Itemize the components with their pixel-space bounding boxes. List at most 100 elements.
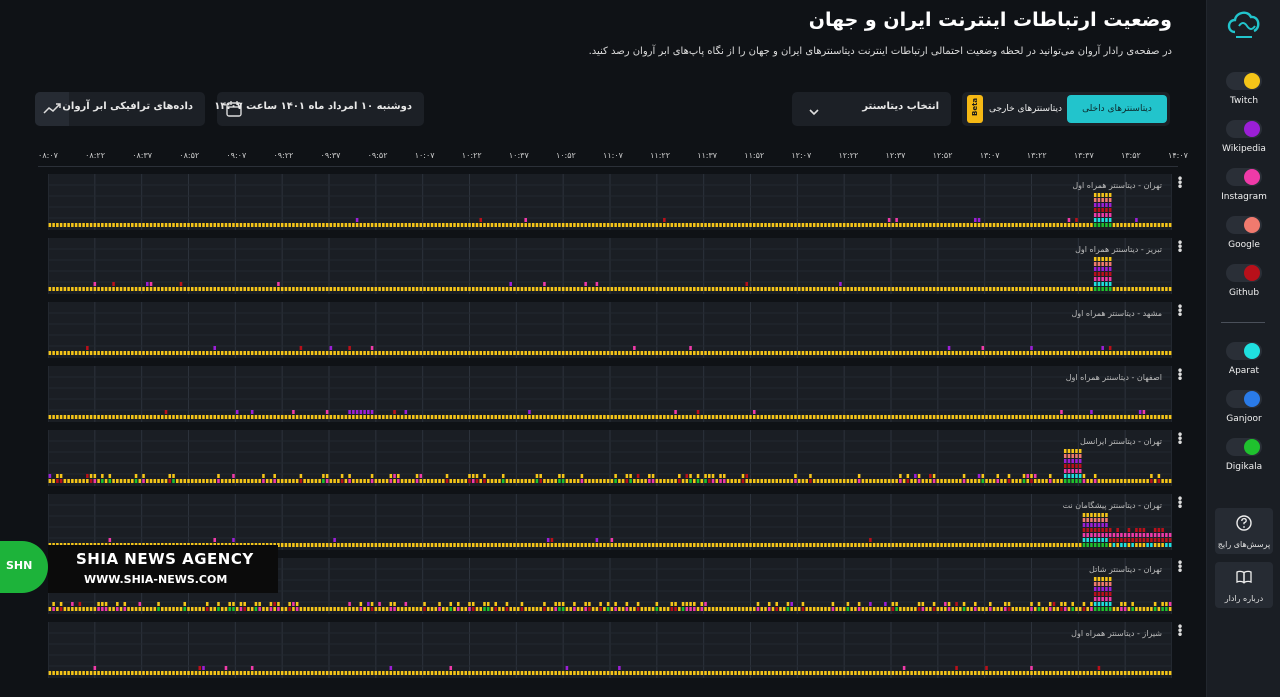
watermark-bar: SHIA NEWS AGENCY WWW.SHIA-NEWS.COM <box>48 545 278 593</box>
more-options-icon[interactable]: • • • <box>1176 557 1184 577</box>
service-toggle-wikipedia[interactable]: Wikipedia <box>1207 120 1280 154</box>
page-subtitle: در صفحه‌ی رادار آروان می‌توانید در لحظه … <box>588 46 1172 57</box>
time-tick: ۱۰:۰۷ <box>414 151 435 160</box>
status-bars <box>48 302 1172 358</box>
toggle-switch[interactable] <box>1226 216 1262 234</box>
datacenter-select[interactable]: انتخاب دیتاسنتر <box>792 92 951 126</box>
service-name: Instagram <box>1221 192 1267 202</box>
service-toggle-google[interactable]: Google <box>1207 216 1280 250</box>
question-icon <box>1236 515 1252 531</box>
service-name: Aparat <box>1228 366 1260 376</box>
tab-foreign[interactable]: دیتاسنترهای خارجی <box>989 95 1062 123</box>
status-bars <box>48 430 1172 486</box>
time-tick: ۱۳:۰۷ <box>979 151 1000 160</box>
datacenter-label: تبریز - دیتاسنتر همراه اول <box>1075 245 1162 254</box>
status-bars <box>48 238 1172 294</box>
service-name: Github <box>1228 288 1260 298</box>
date-label: دوشنبه ۱۰ امرداد ماه ۱۴۰۱ ساعت ۱۴:۰۷ <box>214 101 412 112</box>
time-tick: ۱۲:۲۲ <box>838 151 859 160</box>
traffic-data-button[interactable]: داده‌های ترافیکی ابر آروان <box>35 92 205 126</box>
service-toggle-digikala[interactable]: Digikala <box>1207 438 1280 472</box>
time-tick: ۱۳:۵۲ <box>1120 151 1141 160</box>
more-options-icon[interactable]: • • • <box>1176 493 1184 513</box>
more-options-icon[interactable]: • • • <box>1176 237 1184 257</box>
time-tick: ۱۰:۵۲ <box>555 151 576 160</box>
status-bars <box>48 494 1172 550</box>
service-toggle-aparat[interactable]: Aparat <box>1207 342 1280 376</box>
time-tick: ۱۰:۲۲ <box>461 151 482 160</box>
time-tick: ۰۹:۲۲ <box>273 151 294 160</box>
faq-button[interactable]: پرسش‌های رایج <box>1215 508 1273 554</box>
toggle-switch[interactable] <box>1226 264 1262 282</box>
datacenter-tabs: دیتاسنترهای داخلی دیتاسنترهای خارجی Beta <box>962 92 1170 126</box>
more-options-icon[interactable]: • • • <box>1176 621 1184 641</box>
time-tick: ۱۱:۲۲ <box>650 151 671 160</box>
service-toggle-instagram[interactable]: Instagram <box>1207 168 1280 202</box>
service-toggle-twitch[interactable]: Twitch <box>1207 72 1280 106</box>
datacenter-panel: تهران - دیتاسنتر ایرانسل • • • <box>48 429 1184 486</box>
date-picker[interactable]: دوشنبه ۱۰ امرداد ماه ۱۴۰۱ ساعت ۱۴:۰۷ <box>214 92 424 126</box>
datacenter-label: تهران - دیتاسنتر همراه اول <box>1072 181 1162 190</box>
watermark-badge: SHN <box>0 541 48 593</box>
toggle-knob <box>1244 391 1260 407</box>
time-tick: ۰۹:۵۲ <box>367 151 388 160</box>
toggle-switch[interactable] <box>1226 168 1262 186</box>
time-tick: ۱۱:۰۷ <box>603 151 623 160</box>
time-tick: ۱۱:۳۷ <box>697 151 718 160</box>
toggle-switch[interactable] <box>1226 120 1262 138</box>
time-tick: ۱۲:۳۷ <box>885 151 906 160</box>
datacenter-label: تهران - دیتاسنتر ایرانسل <box>1079 437 1162 446</box>
datacenter-panel: شیراز - دیتاسنتر همراه اول • • • <box>48 621 1184 678</box>
datacenter-label: تهران - دیتاسنتر پیشگامان نت <box>1062 501 1162 510</box>
toggle-knob <box>1244 169 1260 185</box>
status-bars <box>48 622 1172 678</box>
time-tick: ۰۸:۳۷ <box>132 151 153 160</box>
about-label: درباره رادار <box>1224 594 1264 603</box>
datacenter-select-label: انتخاب دیتاسنتر <box>862 101 939 112</box>
toggle-switch[interactable] <box>1226 72 1262 90</box>
watermark-url: WWW.SHIA-NEWS.COM <box>84 573 228 586</box>
toggle-knob <box>1244 343 1260 359</box>
more-options-icon[interactable]: • • • <box>1176 365 1184 385</box>
datacenter-label: شیراز - دیتاسنتر همراه اول <box>1071 629 1162 638</box>
about-button[interactable]: درباره رادار <box>1215 562 1273 608</box>
tab-domestic[interactable]: دیتاسنترهای داخلی <box>1067 95 1167 123</box>
watermark-badge-text: SHN <box>6 559 33 572</box>
time-tick: ۱۳:۳۷ <box>1073 151 1094 160</box>
time-tick: ۰۸:۲۲ <box>85 151 106 160</box>
time-tick: ۰۸:۵۲ <box>179 151 200 160</box>
time-tick: ۰۹:۳۷ <box>320 151 341 160</box>
more-options-icon[interactable]: • • • <box>1176 173 1184 193</box>
service-name: Ganjoor <box>1226 414 1262 424</box>
traffic-data-label: داده‌های ترافیکی ابر آروان <box>62 101 193 112</box>
arvan-logo <box>1223 4 1265 44</box>
beta-text: Beta <box>971 97 979 116</box>
time-tick: ۱۲:۰۷ <box>791 151 812 160</box>
datacenter-panel: تهران - دیتاسنتر پیشگامان نت • • • <box>48 493 1184 550</box>
more-options-icon[interactable]: • • • <box>1176 429 1184 449</box>
beta-badge: Beta <box>967 95 983 123</box>
service-toggle-ganjoor[interactable]: Ganjoor <box>1207 390 1280 424</box>
service-name: Digikala <box>1225 462 1263 472</box>
datacenter-panel: اصفهان - دیتاسنتر همراه اول • • • <box>48 365 1184 422</box>
service-name: Google <box>1228 240 1260 250</box>
service-toggle-github[interactable]: Github <box>1207 264 1280 298</box>
time-tick: ۱۱:۵۲ <box>744 151 765 160</box>
time-tick: ۰۸:۰۷ <box>38 151 58 160</box>
toggle-switch[interactable] <box>1226 438 1262 456</box>
time-tick: ۰۹:۰۷ <box>226 151 247 160</box>
datacenter-panel: تبریز - دیتاسنتر همراه اول • • • <box>48 237 1184 294</box>
more-options-icon[interactable]: • • • <box>1176 301 1184 321</box>
timeline: ۰۸:۰۷ ۰۸:۲۲ ۰۸:۳۷ ۰۸:۵۲ ۰۹:۰۷ ۰۹:۲۲ ۰۹:۳۷ ۰۹:۵۲… <box>38 151 1188 163</box>
toggle-knob <box>1244 265 1260 281</box>
sidebar-divider <box>1221 322 1265 323</box>
datacenter-label: مشهد - دیتاسنتر همراه اول <box>1071 309 1162 318</box>
toggle-switch[interactable] <box>1226 342 1262 360</box>
sidebar: Twitch Wikipedia Instagram Google Github Apar… <box>1206 0 1280 697</box>
toggle-switch[interactable] <box>1226 390 1262 408</box>
toggle-knob <box>1244 439 1260 455</box>
chevron-down-icon <box>808 103 820 122</box>
page-title: وضعیت ارتباطات اینترنت ایران و جهان <box>808 9 1172 31</box>
book-icon <box>1236 570 1252 584</box>
watermark-name: SHIA NEWS AGENCY <box>76 550 254 568</box>
